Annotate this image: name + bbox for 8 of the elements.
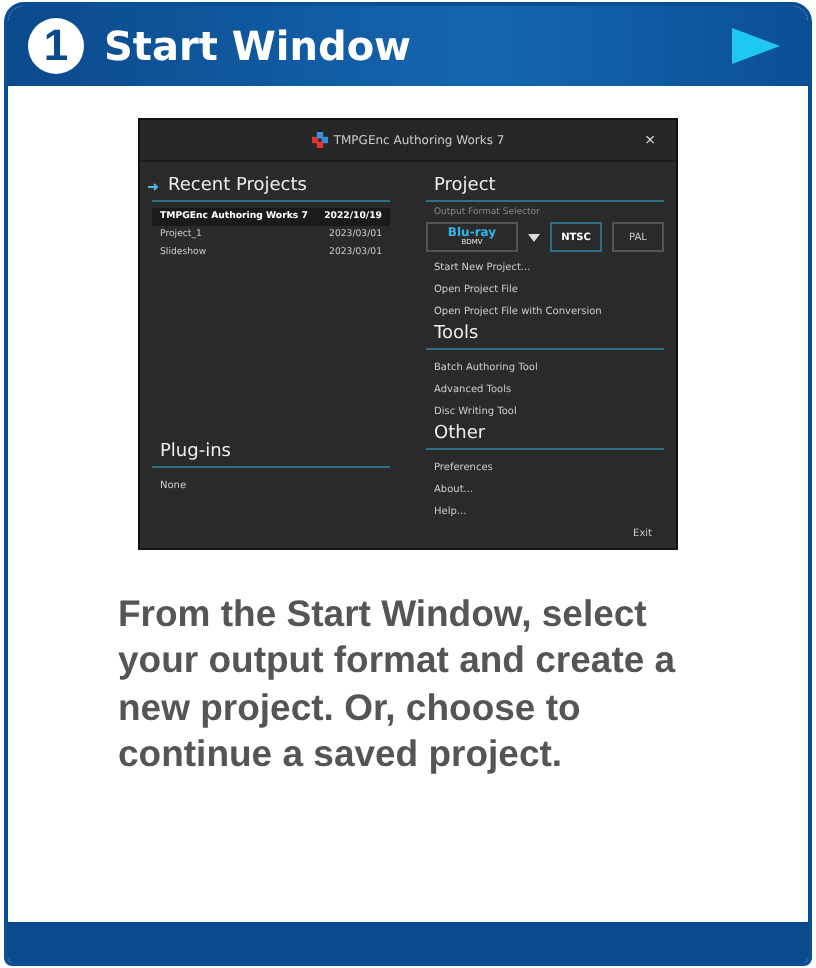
- step-number: 1: [28, 18, 84, 74]
- section-heading: Project: [434, 176, 496, 196]
- section-heading: Recent Projects: [168, 176, 307, 196]
- description-text: From the Start Window, select your output format and create a new project. Or, choose to continue a saved project.: [118, 590, 678, 777]
- section-heading: Other: [434, 424, 486, 444]
- section-heading: Tools: [434, 324, 479, 344]
- step-title: Start Window: [104, 22, 414, 70]
- section-heading: Plug-ins: [160, 442, 231, 462]
